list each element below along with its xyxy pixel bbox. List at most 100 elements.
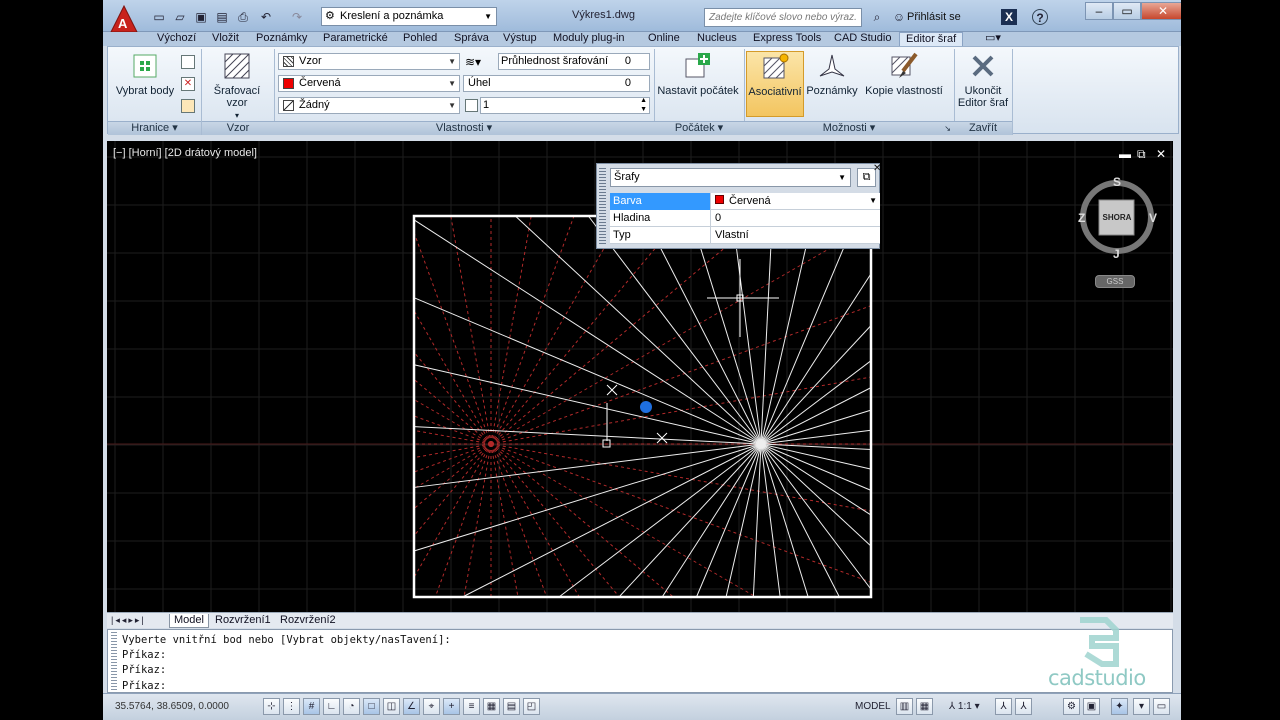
help-button[interactable]: ?	[1032, 9, 1048, 25]
close-hatch-editor-button[interactable]: Ukončit Editor šraf	[956, 51, 1010, 109]
tab-cad-studio[interactable]: CAD Studio	[828, 32, 897, 46]
clean-screen-icon[interactable]: ▭	[1153, 698, 1170, 715]
panel-title-vlastnosti[interactable]: Vlastnosti ▾	[274, 121, 654, 135]
tab-nucleus[interactable]: Nucleus	[691, 32, 743, 46]
save-as-icon[interactable]: ▤	[214, 9, 230, 25]
layout-nav-arrows-icon[interactable]: |◂◂▸▸|	[111, 615, 146, 626]
redo-icon[interactable]: ↷	[289, 9, 305, 25]
tab-vlozit[interactable]: Vložit	[206, 32, 245, 46]
auto-scale-icon[interactable]: ⅄	[1015, 698, 1032, 715]
hatch-pattern-button[interactable]: Šrafovací vzor ▾	[203, 51, 271, 121]
property-row[interactable]: Hladina 0	[610, 210, 880, 227]
set-origin-button[interactable]: Nastavit počátek	[656, 51, 740, 97]
close-button[interactable]: ✕	[1141, 2, 1181, 20]
command-line-grip[interactable]	[111, 632, 117, 690]
hatch-type-select[interactable]: Vzor ▼	[278, 53, 460, 70]
isolate-objects-icon[interactable]: ✦	[1111, 698, 1128, 715]
binoculars-icon[interactable]: ⌕	[869, 9, 885, 25]
tab-sprava[interactable]: Správa	[448, 32, 495, 46]
grid-display-icon[interactable]: #	[303, 698, 320, 715]
maximize-button[interactable]: ▭	[1113, 2, 1141, 20]
new-file-icon[interactable]: ▭	[151, 9, 167, 25]
tab-moduly[interactable]: Moduly plug-in	[547, 32, 631, 46]
spinner-icon[interactable]: ▲ ▼	[640, 96, 647, 114]
palette-close-icon[interactable]: ✕	[873, 163, 881, 174]
chevron-down-icon[interactable]: ▼	[869, 193, 877, 209]
workspace-select[interactable]: ⚙ Kreslení a poznámka ▼	[321, 7, 497, 26]
tab-vystup[interactable]: Výstup	[497, 32, 543, 46]
minimize-button[interactable]: –	[1085, 2, 1113, 20]
3d-snap-icon[interactable]: ◫	[383, 698, 400, 715]
viewport-restore-icon[interactable]: ⧉	[1137, 147, 1146, 162]
viewport-minimize-icon[interactable]: ▬	[1119, 147, 1131, 161]
compass-east[interactable]: V	[1149, 211, 1157, 225]
dynamic-ucs-icon[interactable]: ⌖	[423, 698, 440, 715]
pick-points-button[interactable]: Vybrat body	[111, 51, 179, 97]
login-link[interactable]: Přihlásit se	[907, 11, 961, 23]
panel-title-hranice[interactable]: Hranice ▾	[108, 121, 201, 135]
viewport-label[interactable]: [−] [Horní] [2D drátový model]	[113, 147, 257, 159]
angle-field[interactable]: Úhel 0	[463, 75, 650, 92]
tab-poznamky[interactable]: Poznámky	[250, 32, 313, 46]
quick-view-layouts-icon[interactable]: ▥	[896, 698, 913, 715]
remove-boundary-icon[interactable]: ✕	[181, 77, 195, 91]
tab-editor-sraf[interactable]: Editor šraf	[899, 32, 964, 46]
palette-grip[interactable]	[599, 168, 606, 246]
transparency-field[interactable]: Průhlednost šrafování 0	[498, 53, 650, 70]
quick-view-drawings-icon[interactable]: ▦	[916, 698, 933, 715]
viewcube-face[interactable]: SHORA	[1100, 213, 1134, 222]
tab-parametricke[interactable]: Parametrické	[317, 32, 394, 46]
select-objects-icon[interactable]	[181, 55, 195, 69]
search-input[interactable]: Zadejte klíčové slovo nebo výraz.	[704, 8, 862, 27]
tab-vychozi[interactable]: Výchozí	[151, 32, 202, 46]
ortho-mode-icon[interactable]: ∟	[323, 698, 340, 715]
compass-west[interactable]: Z	[1078, 211, 1085, 225]
application-menu-button[interactable]: A	[107, 4, 141, 34]
status-menu-icon[interactable]: ▾	[1133, 698, 1150, 715]
coordinate-readout[interactable]: 35.5764, 38.6509, 0.0000	[115, 701, 229, 712]
tab-online[interactable]: Online	[642, 32, 686, 46]
transparency-toggle-icon[interactable]: ▦	[483, 698, 500, 715]
scale-field[interactable]: 1 ▲ ▼	[480, 97, 650, 114]
transparency-icon[interactable]: ≋▾	[465, 55, 481, 69]
command-line[interactable]: Vyberte vnitřní bod nebo [Vybrat objekty…	[107, 629, 1173, 693]
print-icon[interactable]: ⎙	[235, 9, 251, 25]
object-type-select[interactable]: Šrafy ▼	[610, 168, 851, 187]
panel-title-pocatek[interactable]: Počátek ▾	[654, 121, 744, 135]
annotation-visibility-icon[interactable]: ⅄	[995, 698, 1012, 715]
dynamic-input-icon[interactable]: +	[443, 698, 460, 715]
compass-south[interactable]: J	[1113, 247, 1120, 261]
associative-button[interactable]: Asociativní	[746, 51, 804, 117]
match-properties-button[interactable]: Kopie vlastností	[864, 51, 944, 97]
quick-properties-icon[interactable]: ▤	[503, 698, 520, 715]
ribbon-options-icon[interactable]: ▭▾	[979, 32, 1007, 46]
infer-constraints-icon[interactable]: ⊹	[263, 698, 280, 715]
snap-mode-icon[interactable]: ⋮	[283, 698, 300, 715]
lineweight-icon[interactable]: ≡	[463, 698, 480, 715]
drawing-area[interactable]: [−] [Horní] [2D drátový model] ▬ ⧉ ✕ S Z…	[107, 141, 1173, 612]
tab-express-tools[interactable]: Express Tools	[747, 32, 827, 46]
tab-layout1[interactable]: Rozvržení1	[211, 614, 275, 627]
background-color-select[interactable]: Žádný ▼	[278, 97, 460, 114]
save-icon[interactable]: ▣	[193, 9, 209, 25]
tab-model[interactable]: Model	[169, 614, 209, 628]
tab-layout2[interactable]: Rozvržení2	[276, 614, 340, 627]
property-row[interactable]: Typ Vlastní	[610, 227, 880, 244]
open-file-icon[interactable]: ▱	[172, 9, 188, 25]
dialog-launcher-icon[interactable]: ↘	[944, 122, 951, 135]
wcs-menu[interactable]: GSS	[1095, 275, 1135, 288]
polar-tracking-icon[interactable]: ◔	[343, 698, 360, 715]
workspace-switch-icon[interactable]: ⚙	[1063, 698, 1080, 715]
selection-cycling-icon[interactable]: ◰	[523, 698, 540, 715]
command-prompt[interactable]: Příkaz:	[122, 678, 166, 694]
property-row[interactable]: Barva Červená ▼	[610, 193, 880, 210]
object-snap-tracking-icon[interactable]: ∠	[403, 698, 420, 715]
model-space-toggle[interactable]: MODEL	[855, 701, 891, 712]
panel-title-moznosti[interactable]: Možnosti ▾ ↘	[744, 121, 954, 135]
exchange-icon[interactable]: X	[1001, 9, 1017, 25]
compass-north[interactable]: S	[1113, 175, 1121, 189]
annotation-scale[interactable]: ⅄ 1:1 ▾	[949, 701, 980, 712]
undo-icon[interactable]: ↶	[258, 9, 274, 25]
hatch-color-select[interactable]: Červená ▼	[278, 75, 460, 92]
lock-icon[interactable]: ▣	[1083, 698, 1100, 715]
